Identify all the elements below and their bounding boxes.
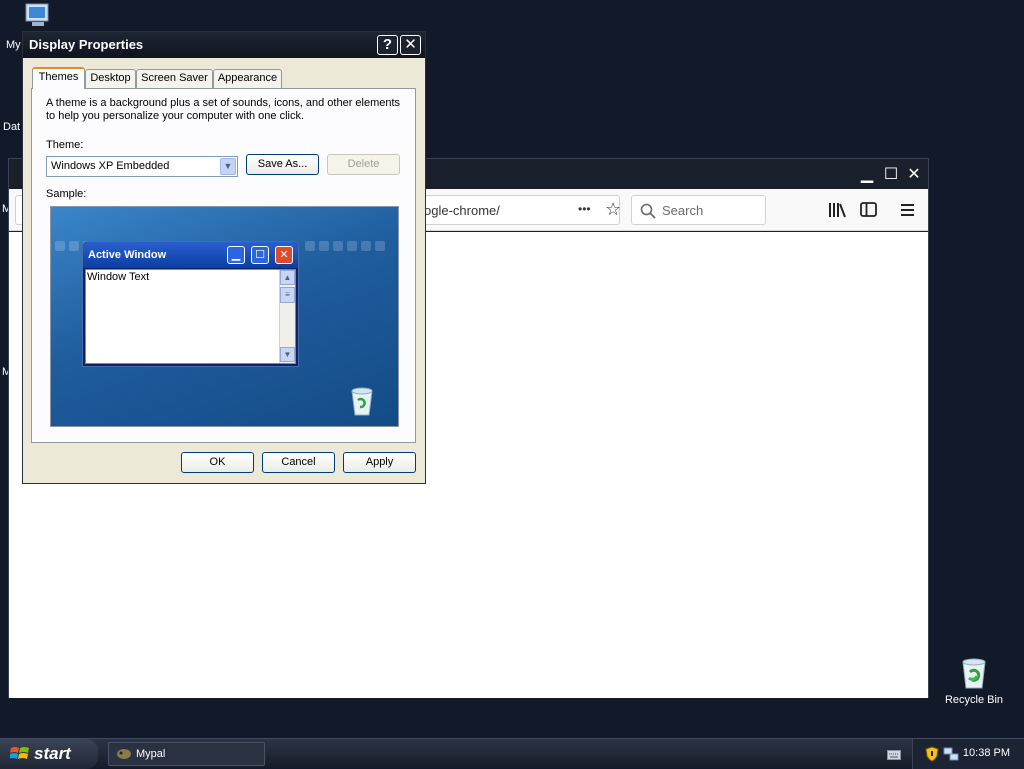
sample-active-window: Active Window ▁ ☐ ✕ Window Text ▲ ≡ ▼ (82, 241, 299, 367)
sample-minimize-icon: ▁ (227, 246, 245, 264)
dialog-title: Display Properties (29, 37, 144, 52)
recycle-bin-label: Recycle Bin (944, 694, 1004, 706)
sample-window-text: Window Text (87, 271, 150, 283)
delete-button[interactable]: Delete (327, 154, 400, 175)
chevron-down-icon[interactable]: ▼ (220, 158, 236, 175)
browser-minimize-button[interactable]: ▁ (857, 165, 877, 185)
sample-recycle-bin-icon (351, 387, 373, 416)
computer-icon (25, 3, 49, 26)
browser-maximize-button[interactable]: ☐ (881, 165, 901, 185)
apply-button[interactable]: Apply (343, 452, 416, 473)
data-icon-label: Dat (3, 121, 21, 133)
bookmark-star-icon[interactable]: ☆ (605, 199, 621, 220)
ok-button[interactable]: OK (181, 452, 254, 473)
theme-select-value: Windows XP Embedded (51, 160, 170, 172)
sample-label: Sample: (46, 188, 87, 200)
scroll-down-icon: ▼ (280, 347, 295, 362)
clock: 10:38 PM (962, 747, 1010, 759)
tab-screen-saver[interactable]: Screen Saver (136, 69, 213, 88)
theme-description: A theme is a background plus a set of so… (46, 97, 401, 122)
recycle-bin-icon (962, 658, 986, 689)
browser-close-button[interactable]: ✕ (904, 165, 924, 185)
security-shield-icon[interactable] (925, 746, 939, 762)
url-text: ogle-chrome/ (424, 203, 500, 218)
tab-themes[interactable]: Themes (32, 67, 85, 89)
mypal-icon (117, 749, 131, 759)
sample-decoration-right (305, 241, 385, 251)
library-icon[interactable] (828, 202, 846, 218)
scroll-up-icon: ▲ (280, 270, 295, 285)
tab-appearance[interactable]: Appearance (213, 69, 282, 88)
page-actions-button[interactable]: ••• (578, 202, 591, 216)
sample-scrollbar: ▲ ≡ ▼ (279, 270, 295, 363)
sidebar-icon[interactable] (860, 202, 878, 218)
windows-logo-icon (10, 747, 29, 759)
start-button[interactable]: start (0, 739, 98, 769)
search-input[interactable]: Search (631, 195, 766, 225)
keyboard-icon[interactable] (887, 750, 901, 760)
taskbar-item-label: Mypal (136, 748, 166, 760)
theme-sample-preview: Active Window ▁ ☐ ✕ Window Text ▲ ≡ ▼ (50, 206, 399, 427)
network-icon[interactable] (943, 747, 959, 761)
themes-tab-panel: A theme is a background plus a set of so… (31, 88, 416, 443)
sample-close-icon: ✕ (275, 246, 293, 264)
save-as-button[interactable]: Save As... (246, 154, 319, 175)
search-icon (640, 203, 656, 219)
theme-label: Theme: (46, 139, 84, 151)
menu-icon[interactable] (900, 203, 916, 217)
sample-window-body: Window Text ▲ ≡ ▼ (85, 269, 296, 364)
dialog-titlebar[interactable]: Display Properties ? ✕ (23, 32, 425, 58)
theme-select[interactable]: Windows XP Embedded ▼ (46, 156, 238, 177)
taskbar-item-mypal[interactable]: Mypal (108, 742, 265, 766)
recycle-bin-desktop-icon[interactable]: Recycle Bin (938, 656, 1010, 706)
start-label: start (34, 744, 71, 763)
scroll-thumb: ≡ (280, 287, 295, 303)
sample-maximize-icon: ☐ (251, 246, 269, 264)
dialog-close-button[interactable]: ✕ (400, 35, 421, 55)
my-computer-label: My (6, 39, 21, 51)
display-properties-dialog: Display Properties ? ✕ Themes Desktop Sc… (22, 31, 426, 484)
tab-desktop[interactable]: Desktop (85, 69, 136, 88)
taskbar: start Mypal 10:38 PM (0, 738, 1024, 769)
system-tray: 10:38 PM (912, 739, 1024, 769)
help-button[interactable]: ? (377, 35, 398, 55)
cancel-button[interactable]: Cancel (262, 452, 335, 473)
search-placeholder: Search (662, 203, 704, 218)
